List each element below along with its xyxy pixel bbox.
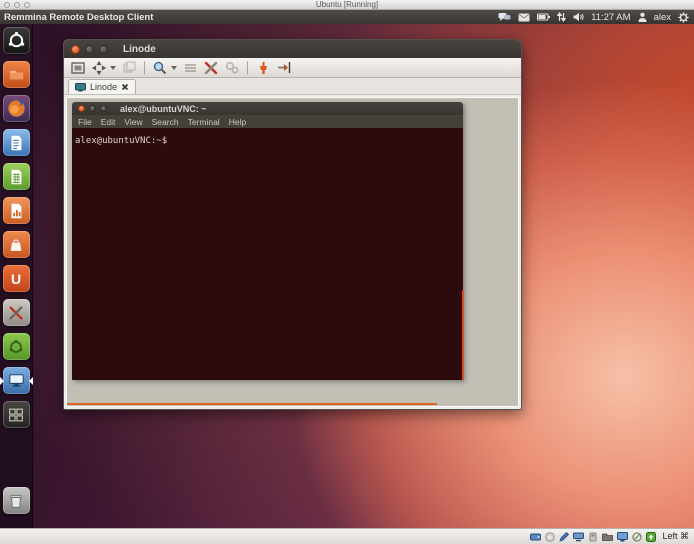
- vnc-viewport[interactable]: alex@ubuntuVNC: ~ File Edit View Search …: [66, 97, 519, 407]
- ubuntu-one-icon: U: [3, 265, 30, 292]
- launcher-item-software-center[interactable]: [3, 231, 30, 258]
- remmina-titlebar[interactable]: Linode: [64, 40, 521, 58]
- network-traffic-icon[interactable]: [557, 12, 566, 22]
- host-key-state-icon[interactable]: [646, 532, 656, 542]
- user-icon[interactable]: [638, 12, 647, 22]
- vbox-window-title: Ubuntu [Running]: [0, 0, 694, 10]
- disconnect-plug-button[interactable]: [255, 60, 271, 76]
- workspace-switcher-icon: [3, 401, 30, 428]
- focused-indicator-arrow: [29, 377, 33, 385]
- launcher-item-system-settings[interactable]: [3, 299, 30, 326]
- software-center-icon: [3, 231, 30, 258]
- terminal-maximize-button[interactable]: [100, 105, 107, 112]
- grab-keyboard-button[interactable]: [182, 60, 198, 76]
- connection-tools-button[interactable]: [224, 60, 240, 76]
- battery-icon[interactable]: [537, 13, 550, 21]
- launcher-item-libreoffice-calc[interactable]: [3, 163, 30, 190]
- menu-terminal[interactable]: Terminal: [188, 117, 220, 127]
- optical-disk-icon[interactable]: [545, 532, 555, 542]
- fullscreen-toggle-button[interactable]: [70, 60, 86, 76]
- impress-icon: [3, 197, 30, 224]
- menu-help[interactable]: Help: [229, 117, 246, 127]
- launcher-item-libreoffice-writer[interactable]: [3, 129, 30, 156]
- remmina-window: Linode: [63, 39, 522, 410]
- terminal-title: alex@ubuntuVNC: ~: [120, 104, 207, 114]
- system-settings-icon: [3, 299, 30, 326]
- mouse-integration-icon[interactable]: [632, 532, 642, 542]
- tab-linode[interactable]: Linode: [68, 79, 136, 94]
- window-minimize-button[interactable]: [85, 45, 94, 54]
- remote-terminal-window[interactable]: alex@ubuntuVNC: ~ File Edit View Search …: [72, 102, 463, 380]
- host-key-label: Left ⌘: [662, 531, 689, 542]
- remmina-toolbar: [64, 58, 521, 78]
- launcher-item-ubuntu-one[interactable]: U: [3, 265, 30, 292]
- vbox-statusbar: Left ⌘: [0, 528, 694, 544]
- launcher-item-firefox[interactable]: [3, 95, 30, 122]
- menu-view[interactable]: View: [124, 117, 142, 127]
- sound-icon[interactable]: [573, 12, 584, 22]
- tab-label: Linode: [90, 82, 117, 92]
- vbox-window-titlebar: Ubuntu [Running]: [0, 0, 694, 10]
- launcher-item-trash[interactable]: [3, 487, 30, 514]
- terminal-content[interactable]: alex@ubuntuVNC:~$: [72, 128, 463, 380]
- firefox-icon: [3, 95, 30, 122]
- shared-folder-icon[interactable]: [602, 532, 613, 541]
- session-username[interactable]: alex: [654, 12, 671, 23]
- window-close-button[interactable]: [71, 45, 80, 54]
- launcher-item-workspace-switcher[interactable]: [3, 401, 30, 428]
- terminal-minimize-button[interactable]: [89, 105, 96, 112]
- fit-window-dropdown-caret[interactable]: [110, 66, 116, 70]
- toolbar-separator: [247, 61, 248, 74]
- files-folder-icon: [3, 61, 30, 88]
- hard-disk-icon[interactable]: [530, 532, 541, 542]
- duplicate-connection-button[interactable]: [121, 60, 137, 76]
- clock[interactable]: 11:27 AM: [591, 12, 630, 23]
- terminal-edge-artifact: [462, 290, 464, 380]
- terminal-titlebar[interactable]: alex@ubuntuVNC: ~: [72, 102, 463, 115]
- launcher-item-files[interactable]: [3, 61, 30, 88]
- unity-launcher: U: [0, 24, 33, 528]
- preferences-tools-button[interactable]: [203, 60, 219, 76]
- fit-window-button[interactable]: [91, 60, 107, 76]
- indicator-tray: 11:27 AM alex: [498, 12, 689, 23]
- scaled-view-dropdown-caret[interactable]: [171, 66, 177, 70]
- terminal-menubar: File Edit View Search Terminal Help: [72, 115, 463, 128]
- screenshot-eject-button[interactable]: [276, 60, 292, 76]
- writer-icon: [3, 129, 30, 156]
- toolbar-separator: [144, 61, 145, 74]
- display-icon[interactable]: [617, 532, 628, 542]
- shell-prompt: alex@ubuntuVNC:~$: [75, 136, 167, 146]
- menu-file[interactable]: File: [78, 117, 92, 127]
- usb-icon[interactable]: [588, 532, 598, 542]
- menu-search[interactable]: Search: [152, 117, 179, 127]
- software-updater-icon: [3, 333, 30, 360]
- scaled-view-button[interactable]: [152, 60, 168, 76]
- launcher-item-software-updater[interactable]: [3, 333, 30, 360]
- trash-icon: [3, 487, 30, 514]
- messages-icon[interactable]: [498, 12, 511, 22]
- pen-tablet-icon[interactable]: [559, 532, 569, 542]
- terminal-close-button[interactable]: [78, 105, 85, 112]
- launcher-item-dash-home[interactable]: [3, 27, 30, 54]
- tab-close-icon[interactable]: [121, 83, 129, 91]
- menu-edit[interactable]: Edit: [101, 117, 116, 127]
- active-app-title: Remmina Remote Desktop Client: [4, 12, 153, 23]
- network-icon[interactable]: [573, 532, 584, 542]
- dash-home-icon: [3, 27, 30, 54]
- tab-connection-icon: [75, 83, 86, 92]
- calc-icon: [3, 163, 30, 190]
- launcher-item-remmina[interactable]: [3, 367, 30, 394]
- remmina-tabbar: Linode: [64, 78, 521, 95]
- window-title: Linode: [123, 44, 156, 55]
- ubuntu-top-panel: Remmina Remote Desktop Client 11:27 AM a…: [0, 10, 694, 24]
- window-maximize-button[interactable]: [99, 45, 108, 54]
- remmina-icon: [3, 367, 30, 394]
- running-indicator-arrow: [0, 377, 4, 385]
- session-gear-icon[interactable]: [678, 12, 689, 23]
- mail-icon[interactable]: [518, 13, 530, 22]
- remote-wallpaper-edge: [67, 403, 437, 405]
- launcher-item-libreoffice-impress[interactable]: [3, 197, 30, 224]
